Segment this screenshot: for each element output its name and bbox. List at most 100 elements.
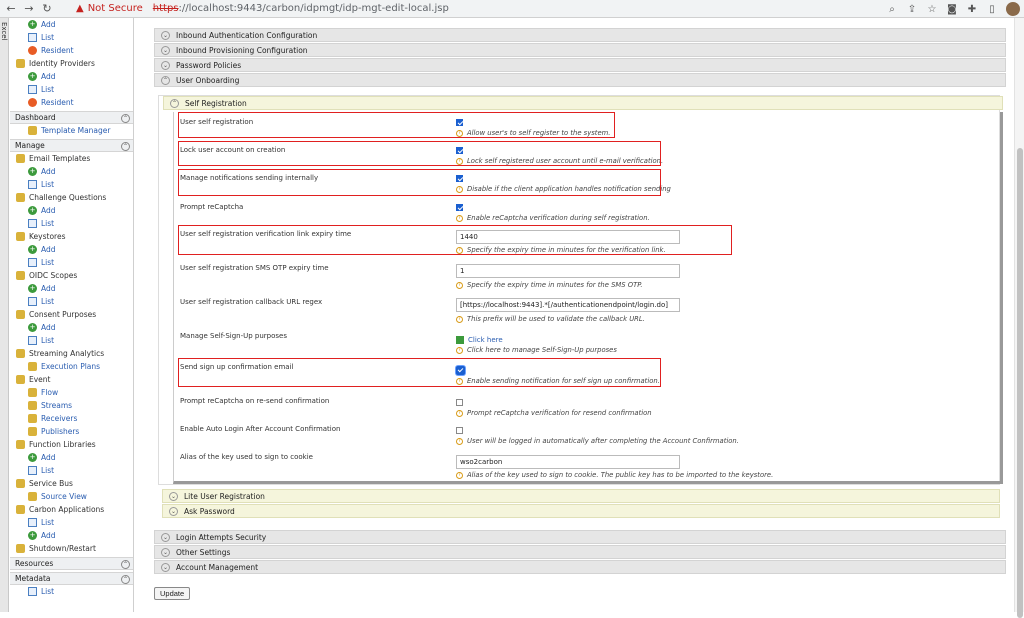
- forward-icon[interactable]: →: [22, 2, 36, 16]
- reload-icon[interactable]: ↻: [40, 2, 54, 16]
- sidebar-item-carbon-applications: Carbon Applications: [10, 503, 133, 516]
- sidebar-section-label: Dashboard: [15, 113, 56, 122]
- sidebar-section-resources[interactable]: Resources ⌃: [10, 557, 133, 570]
- sidebar-item-label: Keystores: [29, 232, 66, 241]
- sidebar-item-list[interactable]: List: [10, 464, 133, 477]
- sidebar-item-label: Add: [41, 323, 56, 332]
- section-inbound-auth[interactable]: ⌄ Inbound Authentication Configuration: [154, 28, 1006, 42]
- sidebar-item-list[interactable]: List: [10, 256, 133, 269]
- section-label: Ask Password: [184, 506, 235, 516]
- section-inbound-prov[interactable]: ⌄ Inbound Provisioning Configuration: [154, 43, 1006, 57]
- sidebar-item-resident[interactable]: Resident: [10, 96, 133, 109]
- sidebar-item-add[interactable]: + Add: [10, 282, 133, 295]
- callback-regex-input[interactable]: [456, 298, 680, 312]
- highlight-box: [178, 169, 661, 196]
- sidebar-item-template-manager[interactable]: Template Manager: [10, 124, 133, 137]
- collapse-icon[interactable]: ⌃: [121, 142, 130, 151]
- collapse-icon[interactable]: ⌃: [121, 114, 130, 123]
- extensions-icon[interactable]: ✚: [966, 3, 978, 15]
- url-path: ://localhost:9443/carbon/idpmgt/idp-mgt-…: [178, 3, 449, 14]
- prompt-recaptcha-checkbox[interactable]: [456, 204, 463, 211]
- field-label: Manage Self-Sign-Up purposes: [180, 332, 288, 340]
- sidepanel-icon[interactable]: ▯: [986, 3, 998, 15]
- scrollbar-thumb[interactable]: [1017, 148, 1023, 618]
- sidebar-item-list[interactable]: List: [10, 295, 133, 308]
- warning-icon: ▲: [76, 3, 84, 14]
- add-icon: +: [28, 20, 37, 29]
- highlight-box: [178, 358, 661, 387]
- sidebar-item-list[interactable]: List: [10, 178, 133, 191]
- sidebar-item-streams[interactable]: Streams: [10, 399, 133, 412]
- sidebar-section-label: Metadata: [15, 574, 51, 583]
- auto-login-checkbox[interactable]: [456, 427, 463, 434]
- sidebar-item-receivers[interactable]: Receivers: [10, 412, 133, 425]
- sidebar-item-list[interactable]: List: [10, 516, 133, 529]
- collapse-icon[interactable]: ⌃: [121, 575, 130, 584]
- section-self-registration[interactable]: ⌃ Self Registration: [163, 96, 1003, 110]
- template-icon: [28, 126, 37, 135]
- add-purpose-icon: [456, 336, 464, 344]
- sidebar-section-dashboard[interactable]: Dashboard ⌃: [10, 111, 133, 124]
- star-icon[interactable]: ☆: [926, 3, 938, 15]
- back-icon[interactable]: ←: [4, 2, 18, 16]
- list-icon: [28, 33, 37, 42]
- update-button[interactable]: Update: [154, 587, 191, 600]
- sidebar-item-label: List: [41, 33, 55, 42]
- section-lite-user-registration[interactable]: ⌄ Lite User Registration: [162, 489, 1000, 503]
- sidebar-item-label: Carbon Applications: [29, 505, 105, 514]
- recaptcha-resend-checkbox[interactable]: [456, 399, 463, 406]
- section-other-settings[interactable]: ⌄ Other Settings: [154, 545, 1006, 559]
- sidebar-item-execution-plans[interactable]: Execution Plans: [10, 360, 133, 373]
- carbon-icon: [16, 505, 25, 514]
- sidebar-item-resident[interactable]: Resident: [10, 44, 133, 57]
- sidebar-item-add[interactable]: + Add: [10, 321, 133, 334]
- share-icon[interactable]: ⇪: [906, 3, 918, 15]
- field-hint: User will be logged in automatically aft…: [467, 437, 739, 445]
- sidebar-section-manage[interactable]: Manage ⌃: [10, 139, 133, 152]
- sidebar-section-metadata[interactable]: Metadata ⌃: [10, 572, 133, 585]
- sidebar-item-add[interactable]: + Add: [10, 451, 133, 464]
- sidebar-item-source-view[interactable]: Source View: [10, 490, 133, 503]
- section-label: Login Attempts Security: [176, 532, 267, 542]
- sidebar-item-add[interactable]: + Add: [10, 18, 133, 31]
- sidebar-item-list[interactable]: List: [10, 585, 133, 598]
- page-scrollbar[interactable]: [1014, 18, 1024, 618]
- function-icon: [16, 440, 25, 449]
- sidebar-item-list[interactable]: List: [10, 31, 133, 44]
- collapse-icon[interactable]: ⌃: [121, 560, 130, 569]
- sidebar-item-add[interactable]: + Add: [10, 243, 133, 256]
- sidebar-item-label: List: [41, 297, 55, 306]
- camera-icon[interactable]: ◙: [946, 3, 958, 15]
- section-label: Inbound Authentication Configuration: [176, 30, 318, 40]
- sidebar-item-label: Resident: [41, 98, 74, 107]
- section-ask-password[interactable]: ⌄ Ask Password: [162, 504, 1000, 518]
- sidebar-item-label: Source View: [41, 492, 87, 501]
- excel-side-tab[interactable]: Excel: [0, 18, 9, 612]
- key-alias-input[interactable]: [456, 455, 680, 469]
- sidebar-item-list[interactable]: List: [10, 83, 133, 96]
- sidebar-item-keystores: Keystores: [10, 230, 133, 243]
- search-icon[interactable]: ⌕: [886, 3, 898, 15]
- sidebar-item-add[interactable]: + Add: [10, 204, 133, 217]
- sidebar-item-add[interactable]: + Add: [10, 70, 133, 83]
- section-login-attempts[interactable]: ⌄ Login Attempts Security: [154, 530, 1006, 544]
- sidebar-item-label: Publishers: [41, 427, 80, 436]
- manage-purposes-link[interactable]: Click here: [456, 336, 503, 344]
- security-warning[interactable]: ▲ Not Secure: [76, 3, 143, 14]
- help-icon: ?: [456, 315, 463, 323]
- section-user-onboarding[interactable]: ⌃ User Onboarding: [154, 73, 1006, 87]
- sidebar-item-email-templates: Email Templates: [10, 152, 133, 165]
- sidebar-item-add[interactable]: + Add: [10, 529, 133, 542]
- sms-otp-expiry-input[interactable]: [456, 264, 680, 278]
- avatar[interactable]: [1006, 2, 1020, 16]
- section-account-management[interactable]: ⌄ Account Management: [154, 560, 1006, 574]
- section-password-policies[interactable]: ⌄ Password Policies: [154, 58, 1006, 72]
- sidebar-item-publishers[interactable]: Publishers: [10, 425, 133, 438]
- sidebar-item-label: Function Libraries: [29, 440, 96, 449]
- sidebar-item-flow[interactable]: Flow: [10, 386, 133, 399]
- sidebar-item-consent-purposes: Consent Purposes: [10, 308, 133, 321]
- address-bar[interactable]: https://localhost:9443/carbon/idpmgt/idp…: [153, 3, 449, 14]
- sidebar-item-list[interactable]: List: [10, 217, 133, 230]
- sidebar-item-list[interactable]: List: [10, 334, 133, 347]
- sidebar-item-add[interactable]: + Add: [10, 165, 133, 178]
